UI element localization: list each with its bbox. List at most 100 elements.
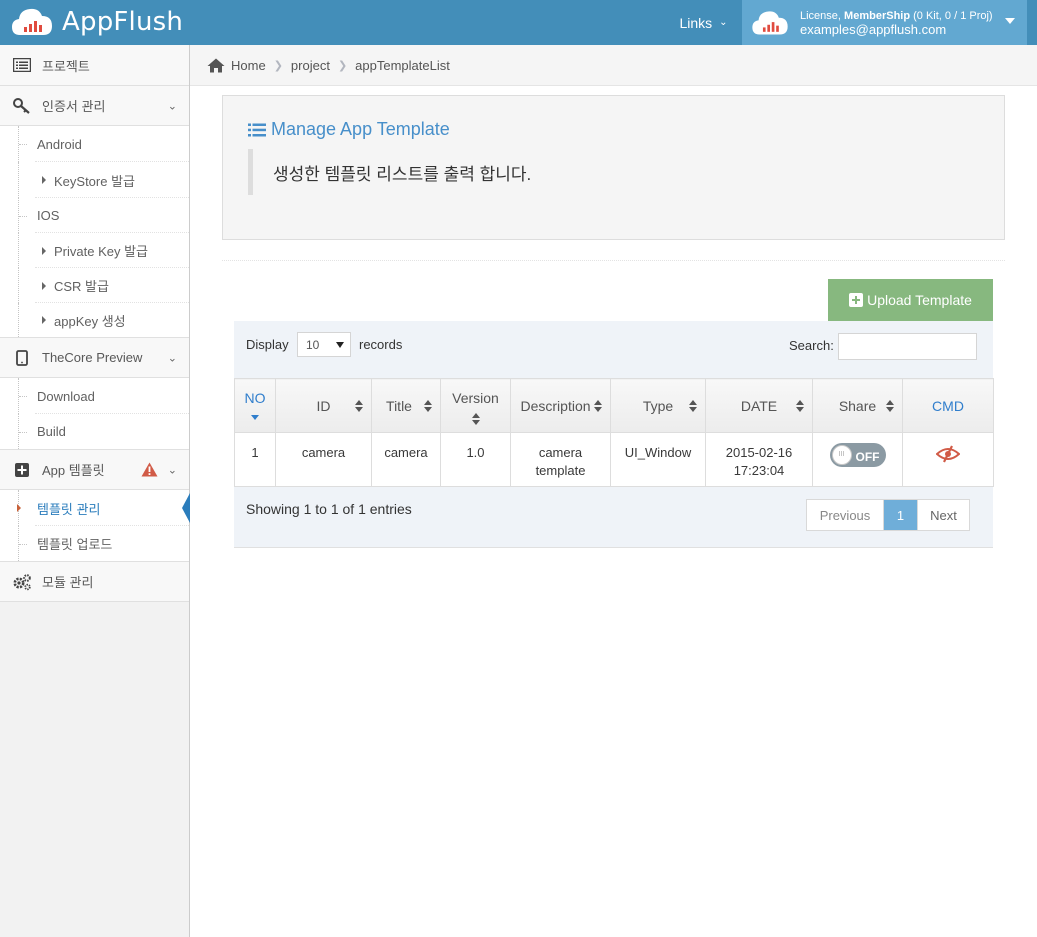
caret-down-icon xyxy=(1005,18,1015,24)
caret-down-icon xyxy=(336,342,344,348)
pagination-next[interactable]: Next xyxy=(917,500,969,530)
records-label: records xyxy=(359,337,403,352)
upload-template-button[interactable]: Upload Template xyxy=(828,279,993,321)
sidebar-item-ios[interactable]: IOS xyxy=(0,198,189,233)
column-header-type[interactable]: Type xyxy=(610,378,706,433)
sidebar-item-label: 프로젝트 xyxy=(42,58,90,74)
column-header-title[interactable]: Title xyxy=(371,378,441,433)
chevron-down-icon: ⌄ xyxy=(167,352,177,364)
sort-icon xyxy=(689,399,697,412)
sort-icon xyxy=(594,399,602,412)
warning-icon xyxy=(141,462,158,477)
toggle-knob: III xyxy=(831,445,852,465)
column-header-share[interactable]: Share xyxy=(812,378,903,433)
sidebar-item-template-manage[interactable]: 템플릿 관리 xyxy=(0,490,190,526)
license-usage: (0 Kit, 0 / 1 Proj) xyxy=(913,9,993,22)
records-per-page-select[interactable]: 10 xyxy=(297,332,351,357)
chevron-down-icon: ⌄ xyxy=(167,464,177,476)
breadcrumb-project[interactable]: project xyxy=(291,58,330,73)
page-header: Manage App Template 생성한 템플릿 리스트를 출력 합니다. xyxy=(222,95,1005,240)
column-header-date[interactable]: DATE xyxy=(705,378,813,433)
sort-desc-icon xyxy=(251,415,259,420)
tablet-icon xyxy=(12,349,32,366)
links-dropdown[interactable]: Links ⌄ xyxy=(666,0,741,45)
sidebar-item-thecore-preview[interactable]: TheCore Preview ⌄ xyxy=(0,338,189,378)
display-label: Display xyxy=(246,337,289,352)
column-header-version[interactable]: Version xyxy=(440,378,511,433)
sidebar-item-csr[interactable]: CSR 발급 xyxy=(0,268,189,303)
page-title-text: Manage App Template xyxy=(271,119,450,139)
app-logo[interactable]: AppFlush xyxy=(10,4,183,40)
sidebar-item-download[interactable]: Download xyxy=(0,378,189,414)
sidebar-item-label: 템플릿 업로드 xyxy=(37,537,113,552)
divider xyxy=(222,260,1005,261)
sidebar-item-label: Download xyxy=(37,388,95,404)
sidebar-item-label: appKey 생성 xyxy=(54,313,126,329)
column-header-no[interactable]: NO xyxy=(234,378,276,433)
sidebar-item-project[interactable]: 프로젝트 xyxy=(0,45,189,86)
caret-right-icon xyxy=(42,246,46,255)
links-label: Links xyxy=(679,14,713,31)
pagination-previous[interactable]: Previous xyxy=(807,500,884,530)
table-row: 1 camera camera 1.0 camera template UI_W… xyxy=(234,432,994,487)
caret-right-icon xyxy=(42,281,46,290)
cell-type: UI_Window xyxy=(610,432,706,487)
eye-slash-icon[interactable] xyxy=(935,445,961,463)
list-icon xyxy=(248,123,266,136)
records-per-page-value: 10 xyxy=(306,337,320,352)
sidebar-item-label: IOS xyxy=(37,208,60,223)
template-table: NO ID Title Version Description Type DAT… xyxy=(234,378,994,487)
cell-cmd xyxy=(902,432,994,487)
top-navbar: AppFlush Links ⌄ License, MemberShip (0 … xyxy=(0,0,1037,45)
sort-icon xyxy=(355,399,363,412)
sidebar-item-label: App 템플릿 xyxy=(42,463,105,478)
cell-title: camera xyxy=(371,432,441,487)
breadcrumb-home[interactable]: Home xyxy=(231,58,266,73)
cell-version: 1.0 xyxy=(440,432,511,487)
sort-icon xyxy=(471,413,480,425)
template-table-panel: Display 10 records Search: NO ID Title V… xyxy=(234,321,994,548)
sidebar-item-template-upload[interactable]: 템플릿 업로드 xyxy=(0,526,189,562)
cell-no: 1 xyxy=(234,432,276,487)
sidebar-item-label: 템플릿 관리 xyxy=(37,501,101,517)
chevron-right-icon: ❯ xyxy=(273,59,283,72)
share-toggle[interactable]: III OFF xyxy=(829,443,886,467)
column-header-id[interactable]: ID xyxy=(275,378,372,433)
caret-right-icon xyxy=(17,504,21,512)
license-prefix: License, xyxy=(800,9,841,22)
sort-icon xyxy=(796,399,804,412)
sidebar-item-appkey[interactable]: appKey 생성 xyxy=(0,303,189,338)
pagination: Previous 1 Next xyxy=(806,499,970,531)
home-icon xyxy=(207,58,225,72)
page-description: 생성한 템플릿 리스트를 출력 합니다. xyxy=(248,149,531,195)
cogs-icon xyxy=(12,573,32,591)
table-header-row: NO ID Title Version Description Type DAT… xyxy=(234,378,994,433)
plus-square-icon xyxy=(849,293,864,307)
sidebar-item-label: KeyStore 발급 xyxy=(54,173,136,189)
user-menu[interactable]: License, MemberShip (0 Kit, 0 / 1 Proj) … xyxy=(742,0,1027,45)
sidebar-item-label: TheCore Preview xyxy=(42,350,143,365)
pagination-page-1[interactable]: 1 xyxy=(884,500,917,530)
sidebar-item-label: Build xyxy=(37,424,66,439)
sidebar-item-keystore[interactable]: KeyStore 발급 xyxy=(0,162,189,198)
user-info: License, MemberShip (0 Kit, 0 / 1 Proj) … xyxy=(800,9,993,37)
sidebar-item-label: CSR 발급 xyxy=(54,279,109,294)
sidebar-item-android[interactable]: Android xyxy=(0,126,189,162)
search-input[interactable] xyxy=(838,333,977,360)
plus-square-icon xyxy=(12,462,32,478)
sidebar-item-private-key[interactable]: Private Key 발급 xyxy=(0,233,189,268)
upload-template-label: Upload Template xyxy=(867,292,972,308)
sidebar: 프로젝트 인증서 관리 ⌄ Android KeyStore 발급 IOS Pr… xyxy=(0,45,190,937)
column-header-description[interactable]: Description xyxy=(510,378,611,433)
sidebar-item-label: 인증서 관리 xyxy=(42,99,106,114)
sidebar-item-certificates[interactable]: 인증서 관리 ⌄ xyxy=(0,86,189,126)
cloud-logo-icon xyxy=(12,8,52,35)
sidebar-item-label: Private Key 발급 xyxy=(54,244,149,259)
sidebar-item-build[interactable]: Build xyxy=(0,414,189,450)
license-plan: MemberShip xyxy=(844,9,911,22)
breadcrumb-current: appTemplateList xyxy=(355,57,450,73)
caret-right-icon xyxy=(42,316,46,324)
sidebar-item-app-template[interactable]: App 템플릿 ⌄ xyxy=(0,450,189,490)
list-alt-icon xyxy=(12,58,32,72)
sidebar-item-module-manage[interactable]: 모듈 관리 xyxy=(0,562,189,602)
